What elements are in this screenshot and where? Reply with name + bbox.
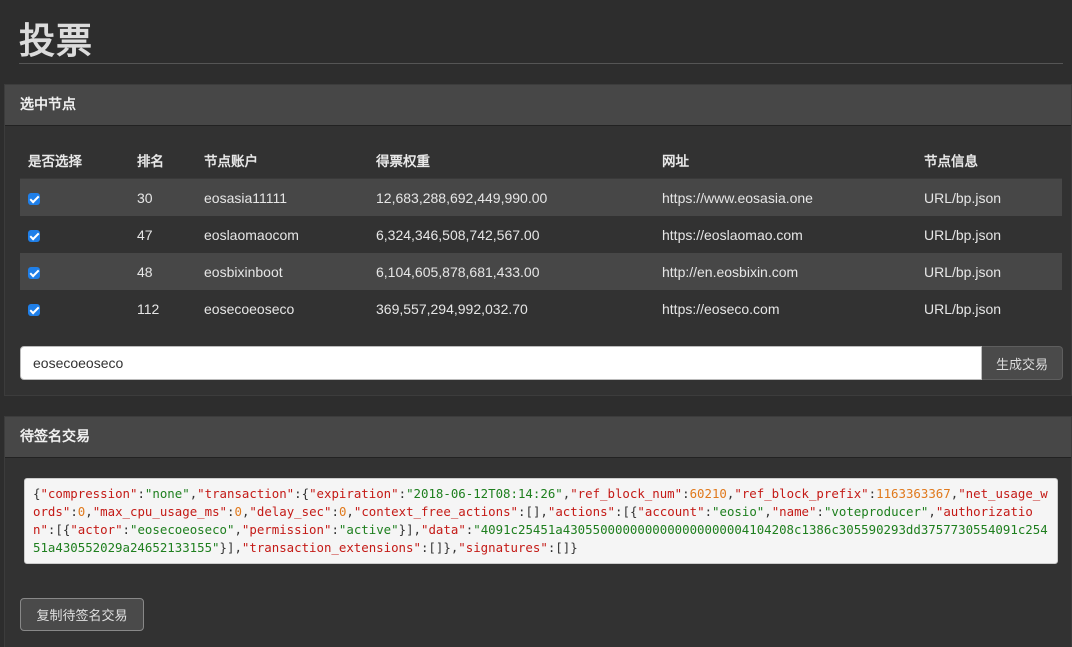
account-link[interactable]: eoslaomaocom	[196, 216, 368, 253]
weight-cell: 369,557,294,992,032.70	[368, 290, 654, 327]
col-header-url: 网址	[654, 141, 916, 179]
weight-cell: 6,324,346,508,742,567.00	[368, 216, 654, 253]
generate-transaction-button[interactable]: 生成交易	[982, 346, 1063, 380]
unsigned-transaction-json[interactable]: {"compression":"none","transaction":{"ex…	[24, 478, 1058, 564]
weight-cell: 12,683,288,692,449,990.00	[368, 178, 654, 216]
info-link[interactable]: URL/bp.json	[916, 253, 1062, 290]
rank-cell: 30	[129, 178, 196, 216]
table-row: 47 eoslaomaocom 6,324,346,508,742,567.00…	[20, 216, 1062, 253]
page-title: 投票	[19, 21, 94, 62]
website-link[interactable]: https://eoslaomao.com	[654, 216, 916, 253]
website-link[interactable]: https://www.eosasia.one	[654, 178, 916, 216]
account-link[interactable]: eosasia11111	[196, 178, 368, 216]
col-header-info: 节点信息	[916, 141, 1062, 179]
rank-cell: 48	[129, 253, 196, 290]
info-link[interactable]: URL/bp.json	[916, 178, 1062, 216]
title-divider	[19, 63, 1063, 64]
weight-cell: 6,104,605,878,681,433.00	[368, 253, 654, 290]
account-link[interactable]: eosecoeoseco	[196, 290, 368, 327]
nodes-table: 是否选择 排名 节点账户 得票权重 网址 节点信息 30 eosasia1111…	[20, 141, 1062, 327]
table-header-row: 是否选择 排名 节点账户 得票权重 网址 节点信息	[20, 141, 1062, 179]
col-header-weight: 得票权重	[368, 141, 654, 179]
info-link[interactable]: URL/bp.json	[916, 216, 1062, 253]
info-link[interactable]: URL/bp.json	[916, 290, 1062, 327]
website-link[interactable]: http://en.eosbixin.com	[654, 253, 916, 290]
account-link[interactable]: eosbixinboot	[196, 253, 368, 290]
rank-cell: 47	[129, 216, 196, 253]
select-checkbox[interactable]	[28, 229, 40, 242]
select-checkbox[interactable]	[28, 303, 40, 316]
account-input-group: 生成交易	[20, 346, 1063, 380]
col-header-account: 节点账户	[196, 141, 368, 179]
select-checkbox[interactable]	[28, 266, 40, 279]
table-row: 112 eosecoeoseco 369,557,294,992,032.70 …	[20, 290, 1062, 327]
col-header-rank: 排名	[129, 141, 196, 179]
col-header-select: 是否选择	[20, 141, 129, 179]
table-row: 30 eosasia11111 12,683,288,692,449,990.0…	[20, 178, 1062, 216]
unsigned-transaction-heading: 待签名交易	[5, 417, 1071, 458]
unsigned-transaction-panel: 待签名交易 {"compression":"none","transaction…	[4, 416, 1072, 647]
copy-unsigned-transaction-button[interactable]: 复制待签名交易	[20, 598, 144, 631]
table-row: 48 eosbixinboot 6,104,605,878,681,433.00…	[20, 253, 1062, 290]
select-checkbox[interactable]	[28, 192, 40, 205]
voter-account-input[interactable]	[20, 346, 982, 380]
website-link[interactable]: https://eoseco.com	[654, 290, 916, 327]
selected-nodes-heading: 选中节点	[5, 85, 1071, 126]
rank-cell: 112	[129, 290, 196, 327]
selected-nodes-panel: 选中节点 是否选择 排名 节点账户 得票权重 网址 节点信息 30 eosasi…	[4, 84, 1072, 396]
